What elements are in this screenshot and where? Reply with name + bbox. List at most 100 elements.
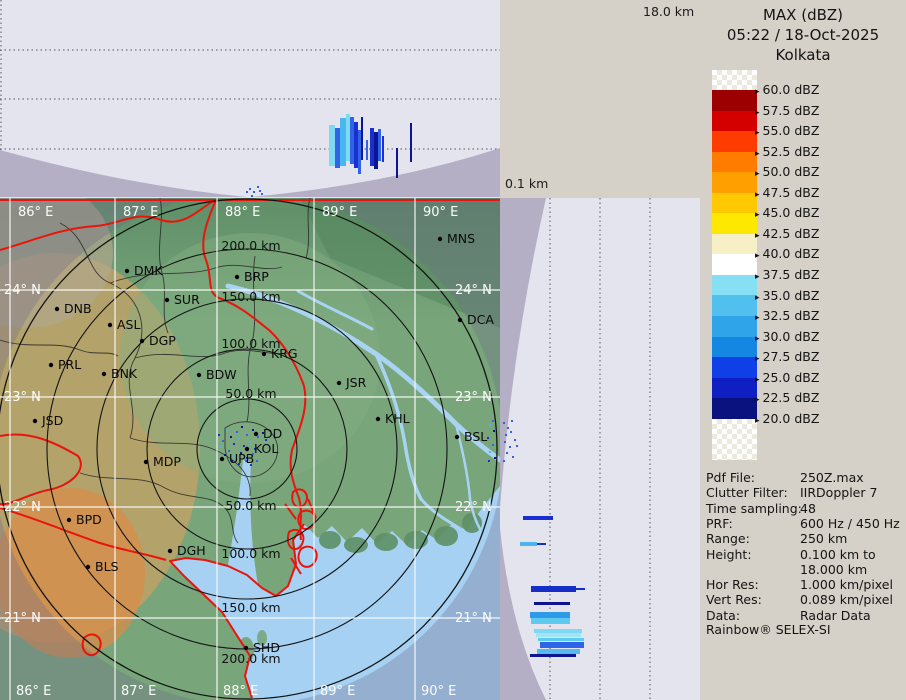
echo-speck (253, 191, 255, 193)
legend-entry: ▸40.0 dBZ (755, 246, 819, 261)
metadata-row: PRF:600 Hz / 450 Hz (700, 516, 906, 531)
latitude-label: 24° N (4, 283, 41, 298)
colorbar-band (712, 398, 757, 419)
echo-bar (531, 586, 576, 592)
metadata-row: Data:Radar Data (700, 608, 906, 623)
legend-entry: ▸45.0 dBZ (755, 205, 819, 220)
metadata-value: IIRDoppler 7 (800, 485, 877, 500)
legend-entry-label: 35.0 dBZ (763, 288, 820, 303)
colorbar-band (712, 316, 757, 337)
city-label-kol: KOL (254, 441, 278, 456)
legend-entry-label: 37.5 dBZ (763, 267, 820, 282)
city-dot-mdp (144, 460, 148, 464)
echo-bar (340, 118, 346, 166)
colorbar-band (712, 193, 757, 214)
city-label-jsr: JSR (345, 375, 367, 390)
echo-bar (523, 516, 553, 520)
metadata-value: 250Z.max (800, 470, 864, 485)
echo-bar (378, 129, 381, 161)
echo-speck (509, 446, 511, 448)
colorbar-band (712, 152, 757, 173)
city-dot-dnb (55, 307, 59, 311)
metadata-value: 1.000 km/pixel (800, 577, 893, 592)
legend-entry-label: 45.0 dBZ (763, 205, 820, 220)
metadata-label: Hor Res: (706, 577, 759, 592)
city-label-mns: MNS (447, 231, 475, 246)
range-ring-label: 50.0 km (225, 498, 276, 513)
city-dot-shd (244, 646, 248, 650)
city-label-jsd: JSD (41, 413, 63, 428)
echo-bar (361, 117, 363, 160)
metadata-row: Hor Res: 1.000 km/pixel (700, 577, 906, 592)
radar-display-window: 18.0 km 0.1 km (0, 0, 906, 700)
city-label-dgp: DGP (149, 333, 176, 348)
echo-bar (346, 114, 350, 161)
echo-speck (222, 440, 224, 442)
latitude-label: 21° N (455, 611, 492, 626)
legend-arrow-icon: ▸ (755, 190, 760, 200)
colorbar-band (712, 337, 757, 358)
metadata-label: Height: (706, 547, 752, 562)
echo-speck (493, 430, 495, 432)
legend-arrow-icon: ▸ (755, 416, 760, 426)
city-dot-dca (458, 318, 462, 322)
legend-entry-label: 27.5 dBZ (763, 349, 820, 364)
metadata-value: 250 km (800, 531, 847, 546)
echo-speck (261, 193, 263, 195)
legend-arrow-icon: ▸ (755, 251, 760, 261)
city-dot-jsr (337, 381, 341, 385)
legend-arrow-icon: ▸ (755, 128, 760, 138)
colorbar-band (712, 234, 757, 255)
metadata-value: 600 Hz / 450 Hz (800, 516, 900, 531)
echo-speck (506, 452, 508, 454)
echo-speck (505, 434, 507, 436)
legend-entry: ▸55.0 dBZ (755, 123, 819, 138)
echo-speck (257, 436, 259, 438)
latitude-label: 23° N (455, 390, 492, 405)
colorbar-band (712, 111, 757, 132)
city-dot-upb (220, 457, 224, 461)
city-dot-asl (108, 323, 112, 327)
metadata-value: Radar Data (800, 608, 871, 623)
product-datetime: 05:22 / 18-Oct-2025 (700, 25, 906, 45)
city-dot-dgp (140, 339, 144, 343)
city-dot-bdw (197, 373, 201, 377)
legend-entry-label: 22.5 dBZ (763, 390, 820, 405)
height-axis-max-label: 18.0 km (643, 4, 694, 19)
range-limit-wedge (0, 150, 247, 197)
echo-speck (246, 434, 248, 436)
city-label-krg: KRG (271, 346, 298, 361)
radar-map-canvas: 200.0 km150.0 km100.0 km50.0 km50.0 km10… (0, 198, 500, 700)
city-dot-brp (235, 275, 239, 279)
legend-arrow-icon: ▸ (755, 108, 760, 118)
longitude-label: 90° E (423, 205, 458, 220)
city-dot-bls (86, 565, 90, 569)
legend-entry: ▸35.0 dBZ (755, 288, 819, 303)
legend-entry-label: 20.0 dBZ (763, 411, 820, 426)
legend-entry-label: 57.5 dBZ (763, 103, 820, 118)
city-dot-krg (262, 352, 266, 356)
metadata-value: 0.100 km to (800, 547, 876, 562)
legend-arrow-icon: ▸ (755, 395, 760, 405)
legend-entry: ▸60.0 dBZ (755, 82, 819, 97)
echo-bar (540, 642, 584, 648)
metadata-value: 0.089 km/pixel (800, 592, 893, 607)
echo-speck (512, 456, 514, 458)
colorbar-band (712, 172, 757, 193)
colorbar-overflow-checker (712, 419, 757, 460)
echo-bar (576, 588, 585, 590)
echo-bar (520, 542, 537, 546)
latitude-label: 22° N (455, 500, 492, 515)
echo-speck (514, 439, 516, 441)
echo-speck (489, 451, 491, 453)
legend-entry: ▸50.0 dBZ (755, 164, 819, 179)
longitude-label: 88° E (223, 684, 258, 699)
longitude-label: 87° E (121, 684, 156, 699)
echo-speck (218, 434, 220, 436)
legend-arrow-icon: ▸ (755, 272, 760, 282)
metadata-row: Height: 0.100 km to (700, 547, 906, 562)
metadata-label: Clutter Filter: (706, 485, 788, 500)
echo-bar (537, 649, 580, 654)
colorbar-band (712, 295, 757, 316)
echo-bar (335, 128, 340, 168)
